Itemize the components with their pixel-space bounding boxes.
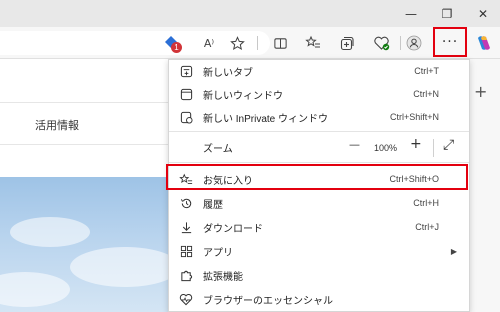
favorites-list-icon bbox=[305, 35, 320, 48]
menu-item-label: ブラウザーのエッセンシャル bbox=[203, 295, 333, 307]
favorites-bar-button[interactable] bbox=[303, 33, 323, 53]
divider bbox=[0, 144, 170, 145]
profile-button[interactable] bbox=[404, 33, 424, 53]
collections-button[interactable] bbox=[337, 33, 357, 53]
favorite-page-button[interactable] bbox=[227, 33, 247, 53]
collections-icon bbox=[340, 36, 354, 51]
download-icon bbox=[179, 220, 193, 234]
menu-item-label: 履歴 bbox=[203, 199, 223, 211]
profile-icon bbox=[406, 35, 422, 51]
zoom-level: 100% bbox=[374, 143, 398, 153]
close-icon: ✕ bbox=[477, 6, 489, 21]
heart-check-icon bbox=[373, 36, 389, 51]
expand-icon: ⤢ bbox=[443, 137, 455, 153]
menu-item-label: 新しいウィンドウ bbox=[203, 90, 283, 102]
hero-image bbox=[0, 177, 170, 312]
menu-item-new-tab[interactable]: 新しいタブ Ctrl+T bbox=[169, 60, 469, 82]
menu-item-downloads[interactable]: ダウンロード Ctrl+J bbox=[169, 216, 469, 238]
menu-item-shortcut: Ctrl+N bbox=[413, 89, 439, 99]
settings-and-more-button[interactable]: ··· bbox=[433, 27, 467, 57]
minimize-icon: — bbox=[405, 6, 417, 21]
split-screen-icon bbox=[273, 37, 287, 49]
restore-icon: ❐ bbox=[441, 6, 453, 21]
restore-button[interactable]: ❐ bbox=[432, 0, 462, 27]
nav-link-tips[interactable]: 活用情報 bbox=[35, 117, 79, 133]
menu-item-label: アプリ bbox=[203, 247, 233, 259]
menu-item-shortcut: Ctrl+Shift+N bbox=[389, 112, 439, 122]
menu-item-new-window[interactable]: 新しいウィンドウ Ctrl+N bbox=[169, 83, 469, 105]
submenu-arrow-icon: ▶ bbox=[450, 246, 457, 256]
read-aloud-icon: A⁾ bbox=[203, 36, 215, 50]
browser-toolbar: 1 A⁾ bbox=[0, 27, 500, 59]
plus-icon: + bbox=[410, 136, 422, 152]
notification-badge: 1 bbox=[171, 42, 182, 53]
inprivate-icon bbox=[179, 110, 193, 124]
toolbar-separator bbox=[257, 36, 258, 50]
menu-item-new-inprivate[interactable]: 新しい InPrivate ウィンドウ Ctrl+Shift+N bbox=[169, 106, 469, 128]
menu-item-label: 新しい InPrivate ウィンドウ bbox=[203, 113, 329, 125]
cloud-shape bbox=[10, 217, 90, 247]
menu-item-apps[interactable]: アプリ ▶ bbox=[169, 240, 469, 262]
zoom-separator bbox=[433, 139, 434, 157]
menu-item-browser-essentials[interactable]: ブラウザーのエッセンシャル bbox=[169, 288, 469, 310]
zoom-out-button[interactable]: — bbox=[349, 138, 360, 151]
menu-item-label: 新しいタブ bbox=[203, 67, 253, 79]
menu-item-shortcut: Ctrl+J bbox=[415, 222, 439, 232]
menu-item-label: 拡張機能 bbox=[203, 271, 243, 283]
extension-badge-button[interactable]: 1 bbox=[161, 33, 182, 53]
title-bar: — ❐ ✕ bbox=[0, 0, 500, 27]
browser-essentials-button[interactable] bbox=[371, 33, 391, 53]
minimize-button[interactable]: — bbox=[396, 0, 426, 27]
zoom-label: ズーム bbox=[203, 143, 233, 155]
copilot-button[interactable] bbox=[474, 33, 494, 53]
toolbar-separator bbox=[400, 36, 401, 50]
cloud-shape bbox=[0, 272, 70, 307]
menu-separator bbox=[169, 131, 469, 132]
menu-item-history[interactable]: 履歴 Ctrl+H bbox=[169, 192, 469, 214]
read-aloud-button[interactable]: A⁾ bbox=[199, 33, 219, 53]
zoom-in-button[interactable]: + bbox=[410, 136, 422, 152]
minus-icon: — bbox=[349, 138, 360, 151]
cloud-shape bbox=[70, 247, 170, 287]
apps-icon bbox=[179, 244, 193, 258]
menu-item-shortcut: Ctrl+T bbox=[414, 66, 439, 76]
menu-item-zoom: ズーム bbox=[169, 136, 469, 158]
split-screen-button[interactable] bbox=[270, 33, 290, 53]
new-tab-icon bbox=[179, 64, 193, 78]
new-window-icon bbox=[179, 87, 193, 101]
menu-item-extensions[interactable]: 拡張機能 bbox=[169, 264, 469, 286]
divider bbox=[0, 102, 170, 103]
add-sidebar-app-button[interactable]: + bbox=[474, 82, 487, 101]
extensions-icon bbox=[179, 268, 193, 282]
close-window-button[interactable]: ✕ bbox=[468, 0, 498, 27]
plus-icon: + bbox=[474, 82, 488, 101]
menu-item-label: ダウンロード bbox=[203, 223, 263, 235]
copilot-icon bbox=[478, 36, 490, 50]
history-icon bbox=[179, 196, 193, 210]
heart-pulse-icon bbox=[179, 292, 193, 306]
favorites-highlight-box bbox=[166, 164, 468, 190]
menu-item-shortcut: Ctrl+H bbox=[413, 198, 439, 208]
menu-separator bbox=[169, 162, 469, 163]
full-screen-button[interactable]: ⤢ bbox=[443, 137, 454, 153]
ellipsis-icon: ··· bbox=[441, 34, 459, 50]
star-icon bbox=[229, 35, 245, 50]
